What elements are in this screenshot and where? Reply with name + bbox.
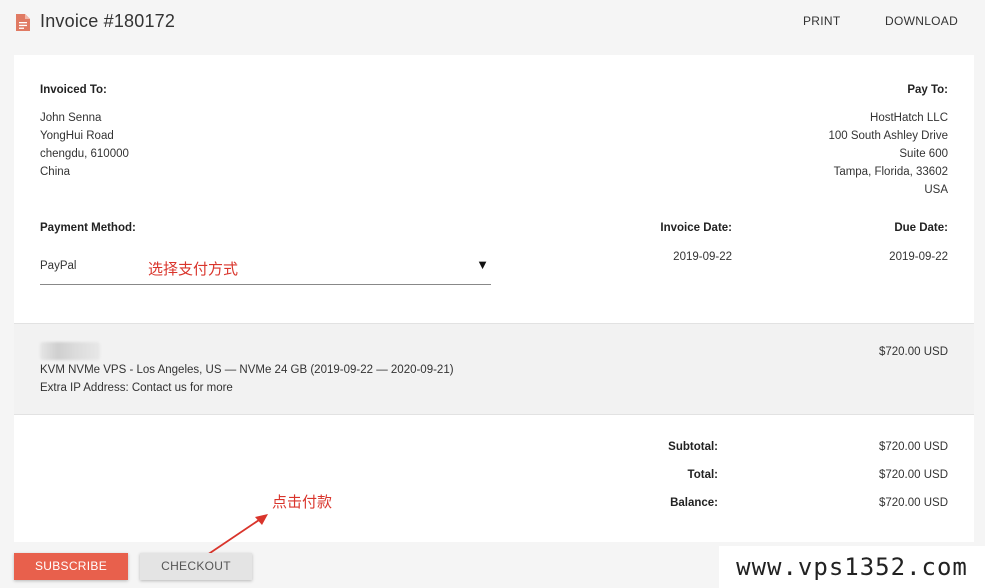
page-title: Invoice #180172 xyxy=(40,11,176,31)
invoice-card: Invoiced To: John Senna YongHui Road che… xyxy=(14,55,974,542)
invoiced-to-line: China xyxy=(40,166,71,178)
due-date-value: 2019-09-22 xyxy=(889,251,948,263)
payment-annotation: 选择支付方式 xyxy=(148,260,239,278)
item-description: KVM NVMe VPS - Los Angeles, US — NVMe 24… xyxy=(40,364,454,376)
pay-to-line: HostHatch LLC xyxy=(870,112,948,124)
document-icon xyxy=(16,14,30,31)
top-bar: Invoice #180172 PRINT DOWNLOAD xyxy=(0,0,985,46)
invoiced-to-label: Invoiced To: xyxy=(40,84,107,96)
pay-to-label: Pay To: xyxy=(907,84,948,96)
invoiced-to-line: YongHui Road xyxy=(40,130,114,142)
payment-method-value: PayPal xyxy=(40,260,77,272)
balance-label: Balance: xyxy=(670,497,718,509)
item-extra: Extra IP Address: Contact us for more xyxy=(40,382,233,394)
invoice-date-label: Invoice Date: xyxy=(660,222,732,234)
invoiced-to-line: chengdu, 610000 xyxy=(40,148,129,160)
download-button[interactable]: DOWNLOAD xyxy=(885,14,958,28)
pay-to-line: Suite 600 xyxy=(899,148,948,160)
pay-to-line: USA xyxy=(924,184,948,196)
payment-method-select[interactable]: PayPal ▼ xyxy=(40,253,491,285)
invoice-date-value: 2019-09-22 xyxy=(673,251,732,263)
blurred-image xyxy=(40,342,100,360)
item-amount: $720.00 USD xyxy=(878,346,948,358)
total-label: Total: xyxy=(687,469,718,481)
invoice-line-item: KVM NVMe VPS - Los Angeles, US — NVMe 24… xyxy=(14,323,974,415)
checkout-button[interactable]: CHECKOUT xyxy=(140,553,252,580)
checkout-annotation: 点击付款 xyxy=(272,493,333,511)
pay-to-line: 100 South Ashley Drive xyxy=(828,130,948,142)
watermark-text: www.vps1352.com xyxy=(719,546,985,588)
balance-value: $720.00 USD xyxy=(878,497,948,509)
total-value: $720.00 USD xyxy=(878,469,948,481)
print-button[interactable]: PRINT xyxy=(803,14,841,28)
dropdown-arrow-icon: ▼ xyxy=(476,257,489,272)
subtotal-value: $720.00 USD xyxy=(878,441,948,453)
invoiced-to-line: John Senna xyxy=(40,112,102,124)
pay-to-line: Tampa, Florida, 33602 xyxy=(833,166,948,178)
subscribe-button[interactable]: SUBSCRIBE xyxy=(14,553,128,580)
payment-method-label: Payment Method: xyxy=(40,222,136,234)
subtotal-label: Subtotal: xyxy=(668,441,718,453)
due-date-label: Due Date: xyxy=(894,222,948,234)
